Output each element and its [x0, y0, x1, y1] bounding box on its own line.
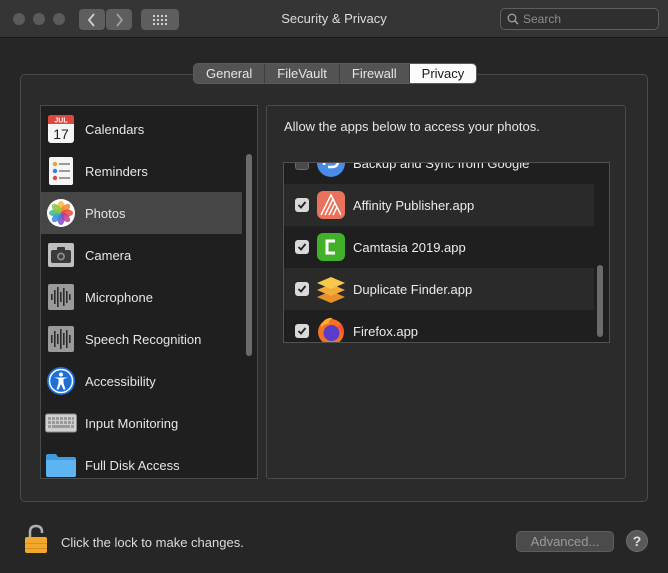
checkmark-icon: [297, 243, 307, 251]
tab-bar: General FileVault Firewall Privacy: [193, 63, 478, 84]
search-input[interactable]: [523, 11, 653, 27]
sidebar-item-label: Reminders: [85, 163, 148, 179]
speech-recognition-icon: [45, 323, 77, 355]
reminders-icon: [45, 155, 77, 187]
sidebar-item-label: Input Monitoring: [85, 415, 179, 431]
camtasia-icon: [317, 233, 345, 261]
sidebar-item-label: Accessibility: [85, 373, 156, 389]
accessibility-icon: [45, 365, 77, 397]
calendar-day: 17: [53, 126, 69, 142]
app-name: Duplicate Finder.app: [353, 281, 473, 297]
help-button[interactable]: ?: [626, 530, 648, 552]
title-bar: Security & Privacy: [0, 0, 668, 38]
sidebar-item-label: Speech Recognition: [85, 331, 202, 347]
sidebar-item-reminders[interactable]: Reminders: [41, 150, 242, 192]
lock-icon: [25, 524, 47, 553]
advanced-button[interactable]: Advanced...: [516, 531, 614, 552]
app-checkbox[interactable]: [295, 324, 309, 338]
sidebar-item-accessibility[interactable]: Accessibility: [41, 360, 242, 402]
checkmark-icon: [297, 327, 307, 335]
app-row-firefox[interactable]: Firefox.app: [284, 310, 594, 342]
camera-icon: [45, 239, 77, 271]
firefox-icon: [318, 317, 344, 342]
folder-icon: [45, 449, 77, 478]
app-list[interactable]: Backup and Sync from Google Affinity Pub…: [283, 162, 610, 343]
keyboard-icon: [45, 407, 77, 439]
duplicate-finder-icon: [317, 277, 345, 303]
sidebar-item-full-disk-access[interactable]: Full Disk Access: [41, 444, 242, 478]
affinity-publisher-icon: [317, 191, 345, 219]
app-list-scrollbar[interactable]: [597, 265, 603, 337]
panel-description: Allow the apps below to access your phot…: [284, 119, 540, 134]
sidebar-scrollbar[interactable]: [246, 154, 252, 356]
app-row-duplicate-finder[interactable]: Duplicate Finder.app: [284, 268, 594, 310]
sidebar-item-calendars[interactable]: JUL 17 Calendars: [41, 108, 242, 150]
app-name: Backup and Sync from Google: [353, 162, 530, 171]
sidebar-item-photos[interactable]: Photos: [41, 192, 242, 234]
calendar-month: JUL: [54, 118, 68, 125]
app-checkbox[interactable]: [295, 198, 309, 212]
app-checkbox[interactable]: [295, 240, 309, 254]
sidebar-item-label: Calendars: [85, 121, 145, 137]
app-checkbox[interactable]: [295, 282, 309, 296]
sidebar-item-label: Camera: [85, 247, 132, 263]
search-icon: [507, 13, 519, 25]
lock-message: Click the lock to make changes.: [61, 535, 244, 550]
privacy-category-list[interactable]: JUL 17 Calendars Reminders Photos Camera…: [40, 105, 258, 479]
search-field[interactable]: [500, 8, 659, 30]
sidebar-item-label: Full Disk Access: [85, 457, 180, 473]
app-name: Camtasia 2019.app: [353, 239, 466, 255]
sidebar-item-label: Microphone: [85, 289, 153, 305]
app-row-camtasia[interactable]: Camtasia 2019.app: [284, 226, 594, 268]
checkmark-icon: [297, 285, 307, 293]
sidebar-item-speech-recognition[interactable]: Speech Recognition: [41, 318, 242, 360]
sidebar-item-camera[interactable]: Camera: [41, 234, 242, 276]
checkmark-icon: [297, 201, 307, 209]
app-name: Firefox.app: [353, 323, 419, 339]
tab-firewall[interactable]: Firewall: [340, 64, 410, 83]
microphone-icon: [45, 281, 77, 313]
app-checkbox[interactable]: [295, 163, 309, 170]
sidebar-item-input-monitoring[interactable]: Input Monitoring: [41, 402, 242, 444]
photos-icon: [45, 197, 77, 229]
calendar-icon: JUL 17: [45, 113, 77, 145]
tab-filevault[interactable]: FileVault: [265, 64, 340, 83]
backup-sync-icon: [317, 163, 345, 177]
lock-button[interactable]: [24, 524, 48, 557]
app-row-backup-and-sync[interactable]: Backup and Sync from Google: [284, 162, 594, 184]
app-name: Affinity Publisher.app: [353, 197, 475, 213]
tab-privacy[interactable]: Privacy: [409, 64, 477, 83]
sidebar-item-microphone[interactable]: Microphone: [41, 276, 242, 318]
app-row-affinity-publisher[interactable]: Affinity Publisher.app: [284, 184, 594, 226]
sidebar-item-label: Photos: [85, 205, 126, 221]
tab-general[interactable]: General: [194, 64, 266, 83]
